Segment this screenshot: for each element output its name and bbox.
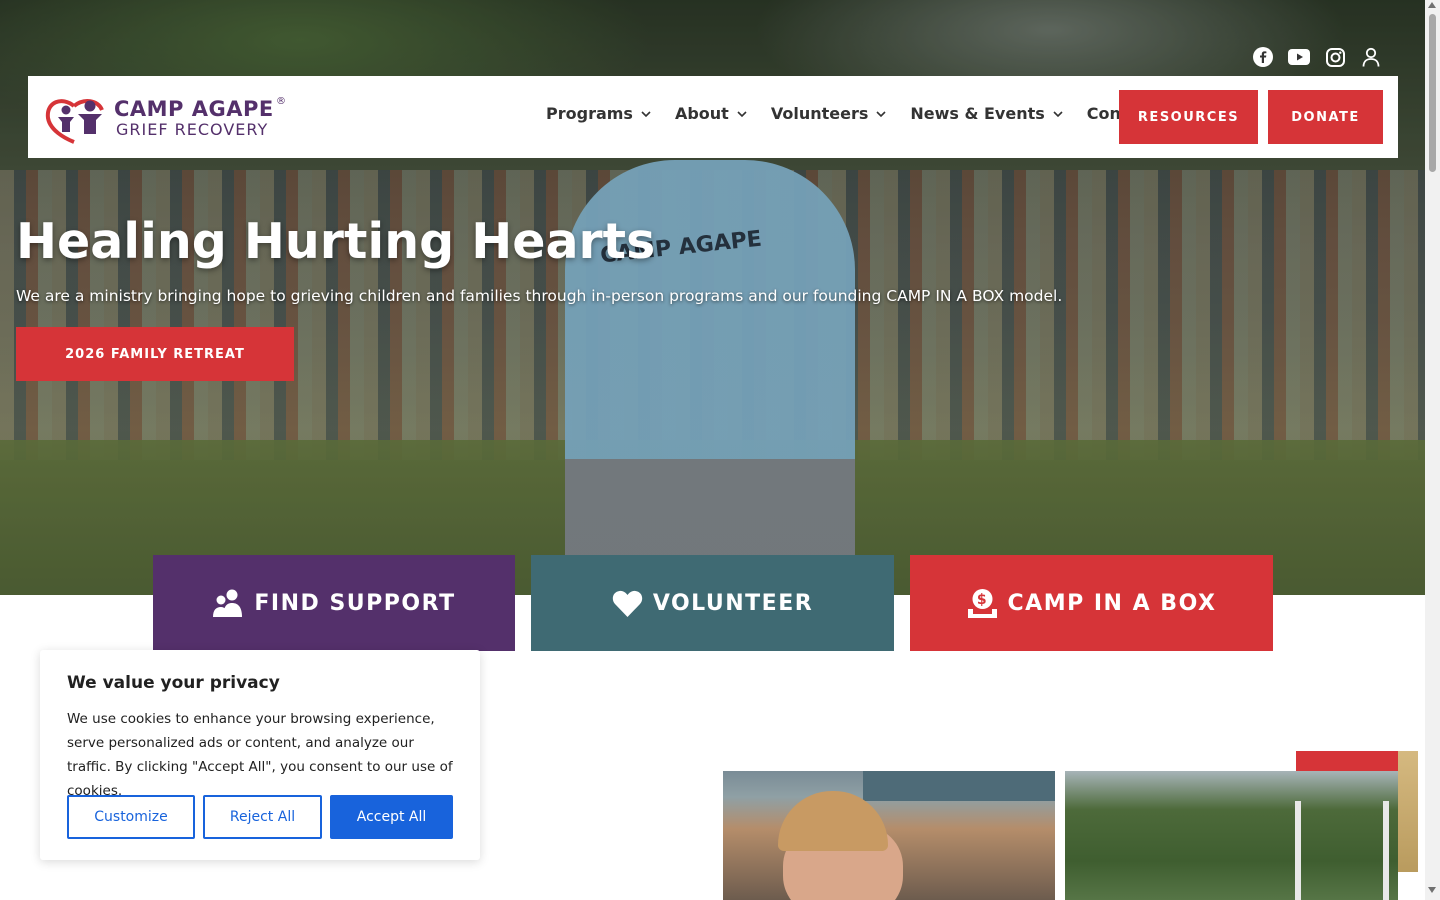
volunteer-tile[interactable]: VOLUNTEER <box>531 555 894 651</box>
chevron-down-icon <box>641 110 651 117</box>
find-support-tile[interactable]: FIND SUPPORT <box>153 555 515 651</box>
cookie-body-text: We use cookies to enhance your browsing … <box>67 711 453 799</box>
photo-pole <box>1295 801 1301 900</box>
page-scrollbar[interactable] <box>1425 0 1440 900</box>
logo-name: CAMP AGAPE <box>114 97 274 121</box>
photo-pole <box>1383 801 1389 900</box>
scroll-down-arrow-icon[interactable] <box>1428 887 1436 893</box>
cookie-title: We value your privacy <box>67 673 280 693</box>
resources-button[interactable]: RESOURCES <box>1119 90 1258 144</box>
nav-programs[interactable]: Programs <box>546 104 651 123</box>
volunteer-label: VOLUNTEER <box>652 590 814 616</box>
decorative-gold-block <box>1398 751 1418 872</box>
customize-button[interactable]: Customize <box>67 795 195 839</box>
photo-canopy <box>863 771 1055 801</box>
camp-in-a-box-label: CAMP IN A BOX <box>1007 590 1217 616</box>
hero-title: Healing Hurting Hearts <box>16 213 656 270</box>
main-navbar: CAMP AGAPE ® GRIEF RECOVERY Programs Abo… <box>28 76 1398 158</box>
main-menu: Programs About Volunteers News & Events … <box>546 104 1198 123</box>
camp-in-a-box-tile[interactable]: $ CAMP IN A BOX <box>910 555 1273 651</box>
donation-box-icon: $ <box>967 588 998 619</box>
chevron-down-icon <box>876 110 886 117</box>
nav-news-events[interactable]: News & Events <box>910 104 1063 123</box>
nav-about-label: About <box>674 104 729 123</box>
logo-registered-mark: ® <box>276 96 286 107</box>
logo-mark-icon <box>45 99 104 144</box>
nav-news-events-label: News & Events <box>910 104 1045 123</box>
heart-icon <box>612 590 643 617</box>
find-support-label: FIND SUPPORT <box>254 590 456 616</box>
nav-programs-label: Programs <box>546 104 633 123</box>
youtube-icon[interactable] <box>1288 46 1310 68</box>
camp-outdoor-photo <box>1065 771 1398 900</box>
reject-all-button[interactable]: Reject All <box>203 795 322 839</box>
svg-text:$: $ <box>976 592 987 608</box>
donate-button[interactable]: DONATE <box>1268 90 1383 144</box>
facebook-icon[interactable] <box>1252 46 1274 68</box>
chevron-down-icon <box>737 110 747 117</box>
volunteer-photo <box>723 771 1055 900</box>
cookie-consent-banner: We value your privacy We use cookies to … <box>40 650 480 860</box>
nav-volunteers[interactable]: Volunteers <box>771 104 887 123</box>
user-account-icon[interactable] <box>1360 46 1382 68</box>
people-support-icon <box>212 588 244 618</box>
logo-tagline: GRIEF RECOVERY <box>116 120 269 139</box>
accept-all-button[interactable]: Accept All <box>330 795 453 839</box>
hero-subtitle: We are a ministry bringing hope to griev… <box>16 287 1063 305</box>
camp-agape-logo[interactable]: CAMP AGAPE ® GRIEF RECOVERY <box>44 92 289 144</box>
nav-volunteers-label: Volunteers <box>770 104 869 123</box>
nav-about[interactable]: About <box>675 104 747 123</box>
family-retreat-button[interactable]: 2026 FAMILY RETREAT <box>16 327 294 381</box>
scrollbar-thumb[interactable] <box>1429 14 1436 172</box>
instagram-icon[interactable] <box>1324 46 1346 68</box>
chevron-down-icon <box>1053 110 1063 117</box>
social-links <box>1252 46 1382 68</box>
scroll-up-arrow-icon[interactable] <box>1428 2 1436 8</box>
